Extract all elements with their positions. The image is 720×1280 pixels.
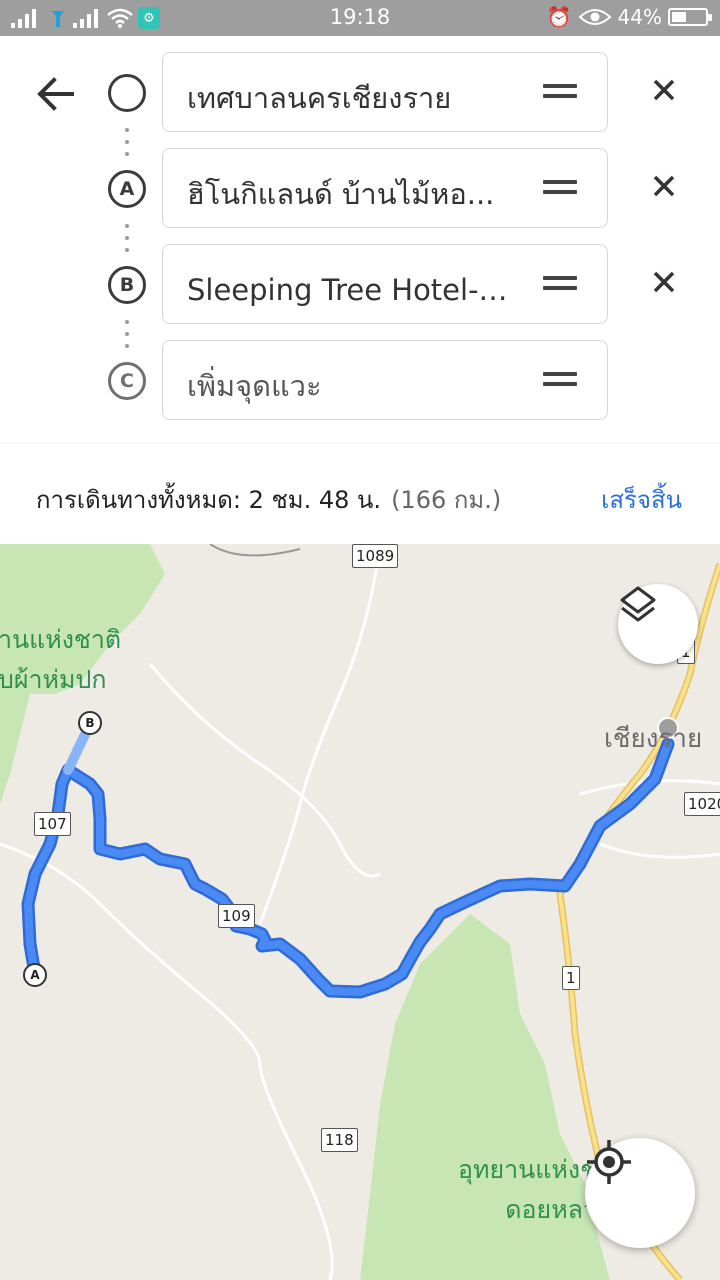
stop-row-origin: เทศบาลนครเชียงราย [0,52,720,132]
park-label-bottom-line2: ดอยหลว [505,1195,598,1224]
stop-b-field[interactable]: Sleeping Tree Hotel-โ... [162,244,608,324]
battery-icon [668,8,712,26]
marker-b: B [108,266,146,304]
route-shield: 1089 [352,544,399,568]
remove-stop-b-button[interactable] [648,266,680,298]
park-label-bottom: อุทยานแห่งช ดอยหลว [458,1150,597,1230]
park-label-bottom-line1: อุทยานแห่งช [458,1155,598,1184]
trip-summary: การเดินทางทั้งหมด: 2 ชม. 48 น. (166 กม.) … [0,444,720,544]
layers-icon [620,586,656,622]
stop-row-a: A ฮิโนกิแลนด์ บ้านไม้หอ... [0,148,720,228]
status-right: ⏰ 44% [546,5,712,29]
city-label: เชียงราย [604,724,703,754]
total-duration-text: การเดินทางทั้งหมด: 2 ชม. 48 น. [36,486,382,514]
crosshair-icon [587,1140,631,1184]
route-shield: 107 [34,812,71,836]
drag-handle-icon[interactable] [543,276,577,294]
stop-row-b: B Sleeping Tree Hotel-โ... [0,244,720,324]
battery-fill [672,12,687,22]
origin-field-text: เทศบาลนครเชียงราย [187,81,452,115]
close-icon [653,175,675,197]
total-duration: การเดินทางทั้งหมด: 2 ชม. 48 น. (166 กม.) [36,480,501,519]
stop-row-c: C เพิ่มจุดแวะ [0,340,720,420]
map-view[interactable]: านแห่งชาติ บผ้าห่มปก เชียงราย อุทยานแห่ง… [0,544,720,1280]
status-bar: ⚙ 19:18 ⏰ 44% [0,0,720,36]
stop-b-field-text: Sleeping Tree Hotel-โ... [187,273,517,307]
marker-a: A [108,170,146,208]
eye-icon [578,9,612,25]
park-label-top: านแห่งชาติ บผ้าห่มปก [0,620,121,700]
directions-panel: เทศบาลนครเชียงราย A ฮิโนกิแลนด์ บ้านไม้ห… [0,36,720,445]
stop-a-field[interactable]: ฮิโนกิแลนด์ บ้านไม้หอ... [162,148,608,228]
close-icon [653,271,675,293]
route-shield: 1 [562,966,580,990]
route-shield: 1020 [684,792,720,816]
stop-a-field-text: ฮิโนกิแลนด์ บ้านไม้หอ... [187,177,495,211]
battery-percent: 44% [617,5,662,29]
origin-field[interactable]: เทศบาลนครเชียงราย [162,52,608,132]
drag-handle-icon[interactable] [543,372,577,390]
total-distance: (166 กม.) [391,486,502,514]
origin-circle-icon [108,74,146,112]
route-shield: 118 [321,1128,358,1152]
drag-handle-icon[interactable] [543,84,577,102]
alarm-icon: ⏰ [546,5,572,29]
marker-c: C [108,362,146,400]
close-icon [653,79,675,101]
remove-stop-a-button[interactable] [648,170,680,202]
add-stop-field[interactable]: เพิ่มจุดแวะ [162,340,608,420]
add-stop-placeholder: เพิ่มจุดแวะ [187,369,322,403]
remove-origin-button[interactable] [648,74,680,106]
my-location-button[interactable] [585,1138,695,1248]
map-pin-b[interactable]: B [78,711,102,735]
park-label-top-line1: านแห่งชาติ [0,625,122,654]
route-shield: 109 [218,904,255,928]
done-button[interactable]: เสร็จสิ้น [601,480,682,519]
layers-button[interactable] [618,584,698,664]
park-label-top-line2: บผ้าห่มปก [0,665,107,694]
drag-handle-icon[interactable] [543,180,577,198]
map-pin-a[interactable]: A [23,963,47,987]
